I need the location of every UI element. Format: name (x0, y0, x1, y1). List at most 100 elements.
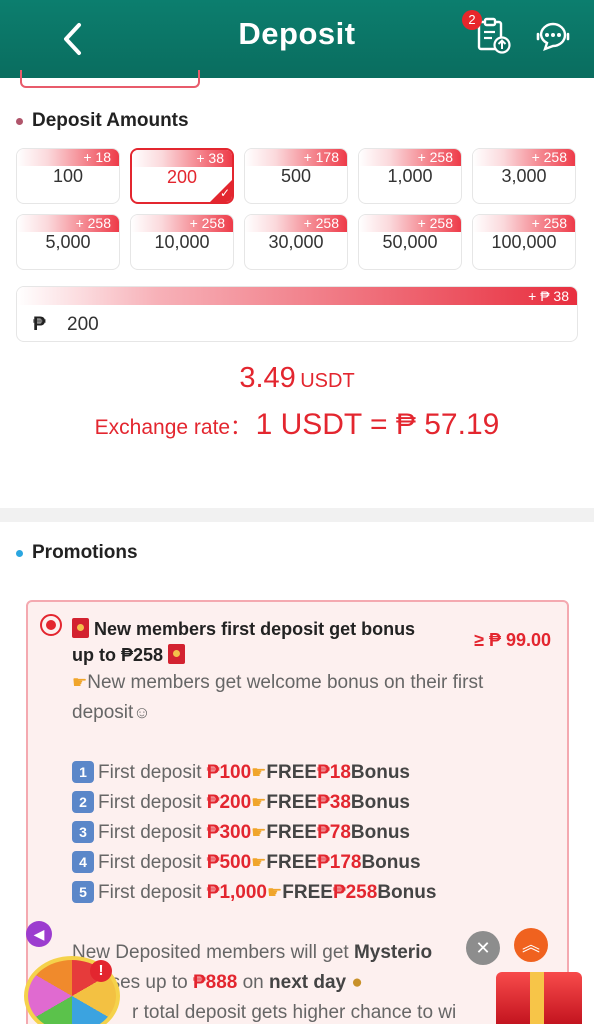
custom-amount-field[interactable]: + ₱ 38 ₱ (16, 286, 578, 342)
gift-box-button[interactable] (496, 972, 582, 1024)
pointing-hand-icon: ☛ (72, 673, 88, 692)
tier-suffix: Bonus (350, 822, 410, 843)
bonus-tier-row: 2 First deposit ₱200☛FREE₱38Bonus (72, 788, 410, 818)
bonus-line-amount: ₱888 (192, 972, 238, 993)
tier-label: First deposit (98, 882, 207, 903)
tier-amount: ₱200 (206, 792, 252, 813)
amount-bonus-label: + 258 (359, 215, 461, 232)
app-header: Deposit 2 (0, 0, 594, 78)
amount-option-30000[interactable]: + 258 30,000 (244, 214, 348, 270)
collapse-left-button[interactable]: ◀ (26, 921, 52, 947)
mystery-bold: Mysterio (353, 942, 433, 963)
tier-bonus: ₱18 (317, 762, 351, 783)
bonus-line-bold: next day (269, 972, 347, 993)
promotion-title-line2: up to ₱258 (72, 645, 164, 665)
exchange-rate: Exchange rate： 1 USDT = ₱ 57.19 (0, 408, 594, 442)
amount-option-100[interactable]: + 18 100 (16, 148, 120, 204)
amount-bonus-label: + 258 (245, 215, 347, 232)
amount-input[interactable] (67, 313, 547, 337)
tier-amount: ₱1,000 (206, 882, 267, 903)
amount-option-200[interactable]: + 38 200 ✓ (130, 148, 234, 204)
bonus-tier-row: 3 First deposit ₱300☛FREE₱78Bonus (72, 818, 410, 848)
amount-value: 10,000 (154, 232, 210, 252)
amount-option-50000[interactable]: + 258 50,000 (358, 214, 462, 270)
red-envelope-icon (168, 644, 186, 664)
tier-free: FREE (266, 792, 318, 813)
amount-bonus-label: + 258 (359, 149, 461, 166)
tier-free: FREE (266, 852, 318, 873)
amount-value: 3,000 (501, 166, 547, 186)
amount-bonus-label: + 258 (473, 149, 575, 166)
pointing-hand-icon: ☛ (251, 793, 267, 812)
amount-value: 50,000 (382, 232, 438, 252)
usdt-conversion: 3.49 USDT (0, 362, 594, 395)
promotion-intro-line1: New members get welcome bonus on their f… (87, 672, 484, 693)
amount-value: 5,000 (45, 232, 91, 252)
bullet-dot-icon (16, 117, 23, 125)
tier-free: FREE (266, 762, 318, 783)
amount-option-1000[interactable]: + 258 1,000 (358, 148, 462, 204)
tier-suffix: Bonus (350, 792, 410, 813)
mystery-line: New Deposited members will get Mysterio (72, 938, 432, 968)
close-icon: ✕ (475, 938, 491, 958)
amount-value: 100 (52, 166, 84, 186)
number-badge-icon: 5 (72, 881, 94, 903)
alert-badge-icon: ! (90, 960, 112, 982)
tier-free: FREE (266, 822, 318, 843)
tier-free: FREE (282, 882, 333, 903)
notification-badge: 2 (462, 10, 482, 30)
deposit-amounts-heading: Deposit Amounts (16, 110, 189, 132)
tier-suffix: Bonus (350, 762, 410, 783)
scroll-top-button[interactable]: ︽ (514, 928, 548, 962)
exchange-rate-label: Exchange rate： (94, 416, 252, 439)
mystery-text: New Deposited members will get (72, 942, 354, 963)
tier-suffix: Bonus (361, 852, 421, 873)
checkmark-icon: ✓ (219, 186, 230, 200)
section-divider (0, 508, 594, 522)
promotion-title-line1: New members first deposit get bonus (94, 619, 416, 639)
customer-service-button[interactable] (530, 12, 576, 58)
peso-symbol: ₱ (33, 314, 46, 335)
amount-option-5000[interactable]: + 258 5,000 (16, 214, 120, 270)
promotion-min-deposit: ≥ ₱ 99.00 (474, 630, 551, 650)
promotions-title: Promotions (32, 542, 138, 563)
bullet-dot-icon (16, 549, 23, 557)
double-chevron-up-icon: ︽ (522, 935, 540, 955)
bonus-tier-row: 4 First deposit ₱500☛FREE₱178Bonus (72, 848, 421, 878)
pointing-hand-icon: ☛ (251, 823, 267, 842)
pointing-hand-icon: ☛ (251, 853, 267, 872)
usdt-unit: USDT (300, 370, 355, 392)
promotion-radio-selected[interactable] (40, 614, 62, 636)
amount-value: 30,000 (268, 232, 324, 252)
money-bag-icon: ● (351, 972, 363, 993)
tier-label: First deposit (98, 762, 207, 783)
close-floating-button[interactable]: ✕ (466, 931, 500, 965)
payment-method-card-edge[interactable] (20, 70, 200, 88)
amount-option-10000[interactable]: + 258 10,000 (130, 214, 234, 270)
support-chat-icon (536, 22, 570, 52)
amount-value: 500 (280, 166, 312, 186)
promotion-intro-2: deposit☺ (72, 698, 151, 728)
amount-bonus-label: + 178 (245, 149, 347, 166)
promotion-intro-line2: deposit (72, 702, 134, 723)
number-badge-icon: 2 (72, 791, 94, 813)
tier-bonus: ₱178 (317, 852, 362, 873)
last-line: r total deposit gets higher chance to wi (132, 1002, 457, 1023)
amount-option-3000[interactable]: + 258 3,000 (472, 148, 576, 204)
amount-value: 1,000 (387, 166, 433, 186)
tier-amount: ₱100 (206, 762, 252, 783)
tier-label: First deposit (98, 852, 207, 873)
bonus-tier-row: 5 First deposit ₱1,000☛FREE₱258Bonus (72, 878, 436, 908)
amount-option-500[interactable]: + 178 500 (244, 148, 348, 204)
amount-option-100000[interactable]: + 258 100,000 (472, 214, 576, 270)
promotion-intro: ☛New members get welcome bonus on their … (72, 668, 483, 698)
amount-bonus-label: + 258 (131, 215, 233, 232)
custom-bonus-bar: + ₱ 38 (17, 287, 577, 305)
number-badge-icon: 1 (72, 761, 94, 783)
tier-suffix: Bonus (377, 882, 437, 903)
tier-label: First deposit (98, 792, 207, 813)
tier-bonus: ₱78 (317, 822, 351, 843)
tier-amount: ₱300 (206, 822, 252, 843)
caret-left-icon: ◀ (33, 926, 45, 942)
bonus-line: uses up to ₱888 on next day ● (100, 968, 363, 998)
